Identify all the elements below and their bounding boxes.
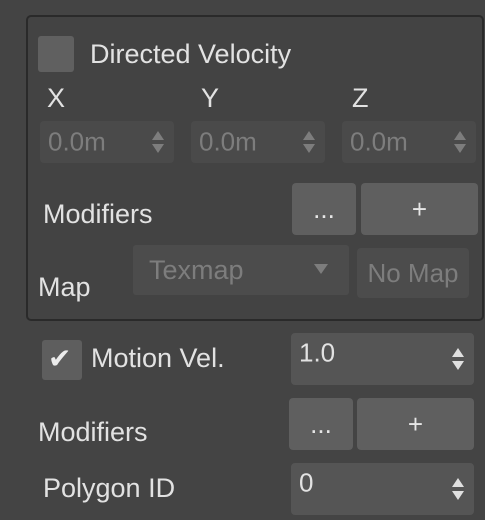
texmap-dropdown[interactable]: Texmap xyxy=(133,245,349,295)
directed-velocity-label: Directed Velocity xyxy=(90,39,292,69)
x-velocity-value: 0.0m xyxy=(48,126,106,157)
checkmark-icon: ✔ xyxy=(48,343,72,374)
z-velocity-value: 0.0m xyxy=(350,126,408,157)
spinner-arrows-icon[interactable] xyxy=(451,476,465,502)
y-velocity-value: 0.0m xyxy=(199,126,257,157)
axis-x-label: X xyxy=(47,83,66,113)
texmap-value: Texmap xyxy=(149,255,244,285)
motion-velocity-spinner[interactable]: 1.0 xyxy=(291,333,474,385)
axis-y-label: Y xyxy=(201,83,220,113)
x-velocity-spinner[interactable]: 0.0m xyxy=(40,121,174,163)
modifiers-more-button[interactable]: ... xyxy=(289,398,353,450)
directed-modifiers-label: Modifiers xyxy=(43,199,153,229)
z-velocity-spinner[interactable]: 0.0m xyxy=(342,121,476,163)
y-velocity-spinner[interactable]: 0.0m xyxy=(191,121,325,163)
modifiers-add-button[interactable]: + xyxy=(357,398,474,450)
spinner-arrows-icon[interactable] xyxy=(151,129,165,155)
motion-velocity-label: Motion Vel. xyxy=(91,343,225,373)
directed-modifiers-more-button[interactable]: ... xyxy=(292,183,356,235)
no-map-button[interactable]: No Map xyxy=(357,248,469,298)
polygon-id-spinner[interactable]: 0 xyxy=(291,463,474,515)
polygon-id-label: Polygon ID xyxy=(43,473,176,503)
chevron-down-icon xyxy=(314,264,328,274)
modifiers-label: Modifiers xyxy=(38,417,148,447)
spinner-arrows-icon[interactable] xyxy=(302,129,316,155)
axis-z-label: Z xyxy=(352,83,369,113)
motion-velocity-checkbox[interactable]: ✔ xyxy=(42,340,82,380)
polygon-id-value: 0 xyxy=(299,467,314,498)
directed-velocity-checkbox[interactable] xyxy=(38,36,74,72)
spinner-arrows-icon[interactable] xyxy=(453,129,467,155)
directed-modifiers-add-button[interactable]: + xyxy=(361,183,478,235)
map-label: Map xyxy=(38,272,91,302)
motion-velocity-value: 1.0 xyxy=(299,337,336,368)
spinner-arrows-icon[interactable] xyxy=(451,346,465,372)
